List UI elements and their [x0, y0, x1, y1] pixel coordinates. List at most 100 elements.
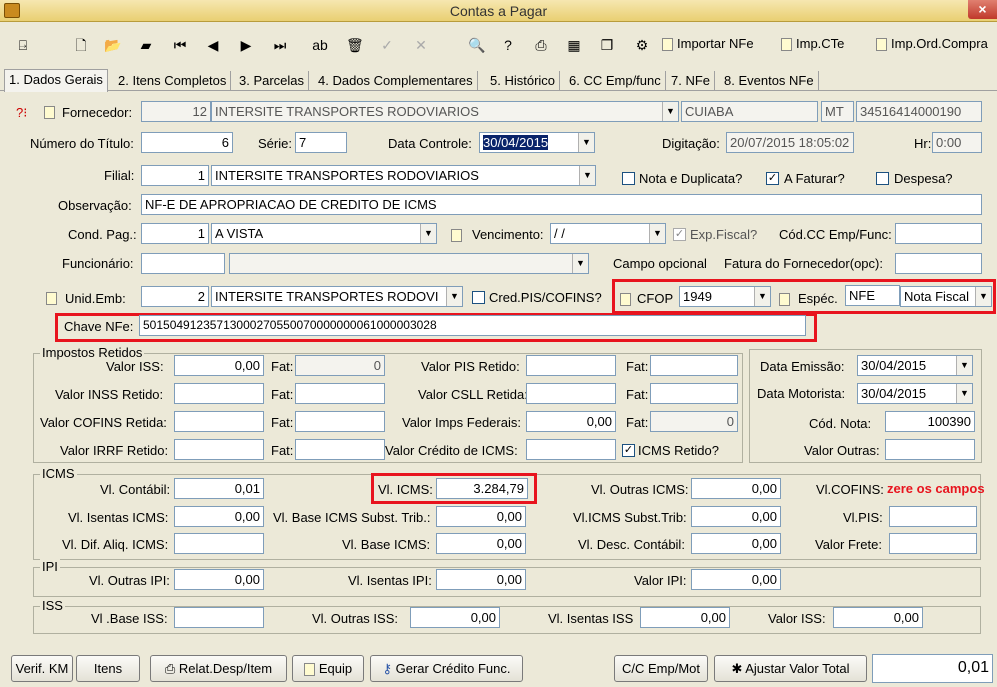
chevron-down-icon[interactable]: ▼: [956, 384, 972, 403]
tools-icon[interactable]: ⚙: [634, 37, 650, 53]
help-icon[interactable]: ?: [500, 37, 516, 53]
fat-csll-field[interactable]: [650, 383, 738, 404]
vl-dif-aliq-field[interactable]: [174, 533, 264, 554]
valor-pis-field[interactable]: [526, 355, 616, 376]
close-button[interactable]: ×: [968, 0, 997, 19]
verif-km-button[interactable]: Verif. KM: [11, 655, 73, 682]
valor-ipi-field[interactable]: 0,00: [691, 569, 781, 590]
serie-field[interactable]: 7: [295, 132, 347, 153]
fat-imps-fed-field[interactable]: 0: [650, 411, 738, 432]
calculator-icon[interactable]: ▦: [566, 37, 582, 53]
delete-icon[interactable]: 🗑: [346, 37, 364, 53]
valor-frete-field[interactable]: [889, 533, 977, 554]
edit-icon[interactable]: ab: [312, 37, 328, 53]
cod-nota-field[interactable]: 100390: [885, 411, 975, 432]
cfop-doc-icon[interactable]: [620, 291, 635, 307]
fat-irrf-field[interactable]: [295, 439, 385, 460]
unid-emb-doc-icon[interactable]: [46, 290, 61, 306]
vl-outras-ipi-field[interactable]: 0,00: [174, 569, 264, 590]
nota-duplicata-checkbox[interactable]: [622, 172, 635, 185]
vl-outras-icms-field[interactable]: 0,00: [691, 478, 781, 499]
tab-parcelas[interactable]: 3. Parcelas: [235, 71, 310, 91]
chevron-down-icon[interactable]: ▼: [572, 254, 588, 273]
cnpj-field[interactable]: 34516414000190: [856, 101, 982, 122]
chevron-down-icon[interactable]: ▼: [956, 356, 972, 375]
fatura-fornecedor-field[interactable]: [895, 253, 982, 274]
valor-inss-field[interactable]: [174, 383, 264, 404]
funcionario-code-field[interactable]: [141, 253, 225, 274]
save-icon[interactable]: ▰: [138, 37, 154, 53]
tab-eventos-nfe[interactable]: 8. Eventos NFe: [720, 71, 819, 91]
uf-field[interactable]: MT: [821, 101, 854, 122]
imp-ord-compra-button[interactable]: Imp.Ord.Compra: [876, 36, 988, 54]
next-icon[interactable]: ▶: [238, 37, 254, 53]
vl-icms-subst-field[interactable]: 0,00: [691, 506, 781, 527]
cidade-field[interactable]: CUIABA: [681, 101, 818, 122]
print-icon[interactable]: ⎙: [533, 37, 549, 53]
vl-isentas-ipi-field[interactable]: 0,00: [436, 569, 526, 590]
copy-icon[interactable]: ❐: [599, 37, 615, 53]
search-icon[interactable]: 🔍: [468, 37, 485, 53]
confirm-icon[interactable]: ✓: [379, 37, 395, 53]
valor-cofins-field[interactable]: [174, 411, 264, 432]
chevron-down-icon[interactable]: ▼: [662, 102, 678, 121]
open-icon[interactable]: 📂: [104, 37, 121, 53]
chevron-down-icon[interactable]: ▼: [579, 166, 595, 185]
hr-field[interactable]: 0:00: [932, 132, 982, 153]
unid-emb-name-field[interactable]: INTERSITE TRANSPORTES RODOVI: [211, 286, 463, 307]
fornecedor-doc-icon[interactable]: [44, 104, 59, 120]
valor-csll-field[interactable]: [526, 383, 616, 404]
chevron-down-icon[interactable]: ▼: [754, 287, 770, 306]
cc-emp-mot-button[interactable]: C/C Emp/Mot: [614, 655, 708, 682]
valor-cred-icms-field[interactable]: [526, 439, 616, 460]
vl-outras-iss-field[interactable]: 0,00: [410, 607, 500, 628]
exp-fiscal-checkbox[interactable]: ✓: [673, 228, 686, 241]
vl-base-subst-field[interactable]: 0,00: [436, 506, 526, 527]
icms-retido-checkbox[interactable]: ✓: [622, 444, 635, 457]
digitacao-field[interactable]: 20/07/2015 18:05:02: [726, 132, 854, 153]
vl-base-icms-field[interactable]: 0,00: [436, 533, 526, 554]
valor-iss-bottom-field[interactable]: 0,00: [833, 607, 923, 628]
total-field[interactable]: 0,01: [872, 654, 993, 683]
fat-pis-field[interactable]: [650, 355, 738, 376]
vl-pis-field[interactable]: [889, 506, 977, 527]
cond-pag-code-field[interactable]: 1: [141, 223, 209, 244]
fornecedor-code-field[interactable]: 12: [141, 101, 211, 122]
new-icon[interactable]: 🗋: [73, 37, 89, 53]
vl-contabil-field[interactable]: 0,01: [174, 478, 264, 499]
exit-icon[interactable]: ⍈: [15, 37, 31, 53]
chevron-down-icon[interactable]: ▼: [578, 133, 594, 152]
cod-cc-field[interactable]: [895, 223, 982, 244]
filial-code-field[interactable]: 1: [141, 165, 209, 186]
tab-itens-completos[interactable]: 2. Itens Completos: [114, 71, 232, 91]
imp-cte-button[interactable]: Imp.CTe: [781, 36, 844, 54]
cond-pag-name-field[interactable]: A VISTA: [211, 223, 437, 244]
fornecedor-name-field[interactable]: INTERSITE TRANSPORTES RODOVIARIOS: [211, 101, 679, 122]
especie-code-field[interactable]: NFE: [845, 285, 900, 306]
fat-iss-field[interactable]: 0: [295, 355, 385, 376]
observacao-field[interactable]: NF-E DE APROPRIACAO DE CREDITO DE ICMS: [141, 194, 982, 215]
ajustar-valor-button[interactable]: ✱ Ajustar Valor Total: [714, 655, 867, 682]
tab-cc-emp-func[interactable]: 6. CC Emp/func: [565, 71, 666, 91]
despesa-checkbox[interactable]: [876, 172, 889, 185]
unid-emb-code-field[interactable]: 2: [141, 286, 209, 307]
cancel-icon[interactable]: ✕: [413, 37, 429, 53]
tab-historico[interactable]: 5. Histórico: [486, 71, 561, 91]
fat-cofins-field[interactable]: [295, 411, 385, 432]
a-faturar-checkbox[interactable]: ✓: [766, 172, 779, 185]
vl-desc-contabil-field[interactable]: 0,00: [691, 533, 781, 554]
valor-irrf-field[interactable]: [174, 439, 264, 460]
equip-button[interactable]: Equip: [292, 655, 364, 682]
itens-button[interactable]: Itens: [76, 655, 140, 682]
vl-isentas-field[interactable]: 0,00: [174, 506, 264, 527]
prev-icon[interactable]: ◀: [205, 37, 221, 53]
importar-nfe-button[interactable]: Importar NFe: [662, 36, 754, 54]
fat-inss-field[interactable]: [295, 383, 385, 404]
funcionario-name-field[interactable]: [229, 253, 589, 274]
vl-icms-field[interactable]: 3.284,79: [436, 478, 528, 499]
vl-isentas-iss-field[interactable]: 0,00: [640, 607, 730, 628]
cred-pis-checkbox[interactable]: [472, 291, 485, 304]
chevron-down-icon[interactable]: ▼: [446, 287, 462, 306]
vencimento-doc-icon[interactable]: [451, 227, 466, 243]
chevron-down-icon[interactable]: ▼: [975, 287, 991, 306]
